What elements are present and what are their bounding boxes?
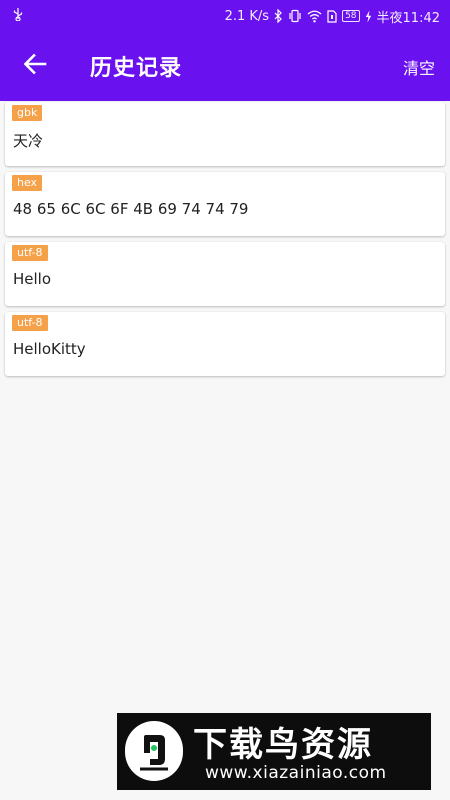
clock: 半夜11:42 — [376, 10, 440, 26]
watermark-url: www.xiazainiao.com — [205, 763, 387, 783]
encoding-badge: gbk — [12, 105, 43, 121]
top-bar: 2.1 K/s 58 半夜11:42 历史记录 清空 — [0, 0, 450, 101]
vibrate-icon — [288, 9, 302, 23]
charging-icon — [365, 10, 372, 23]
history-text: HelloKitty — [13, 340, 86, 358]
history-item[interactable]: utf-8 HelloKitty — [5, 312, 445, 376]
sim-icon — [327, 9, 337, 23]
bird-logo-icon — [125, 721, 183, 781]
encoding-badge: hex — [12, 175, 43, 191]
encoding-badge: utf-8 — [12, 315, 48, 331]
watermark-banner: 下载鸟资源 www.xiazainiao.com — [117, 713, 431, 790]
history-text: Hello — [13, 270, 52, 288]
encoding-badge: utf-8 — [12, 245, 48, 261]
history-text: 天冷 — [13, 132, 44, 150]
status-bar: 2.1 K/s 58 半夜11:42 — [0, 0, 450, 32]
watermark-title: 下载鸟资源 — [193, 725, 373, 765]
app-bar: 历史记录 清空 — [0, 32, 450, 101]
battery-icon: 58 — [342, 10, 360, 22]
history-item[interactable]: utf-8 Hello — [5, 242, 445, 306]
history-text: 48 65 6C 6C 6F 4B 69 74 74 79 — [13, 200, 249, 218]
wifi-icon — [307, 10, 322, 23]
arrow-left-icon — [23, 53, 47, 79]
history-item[interactable]: hex 48 65 6C 6C 6F 4B 69 74 74 79 — [5, 172, 445, 236]
battery-level: 58 — [345, 10, 357, 21]
clear-button[interactable]: 清空 — [403, 55, 435, 79]
back-button[interactable] — [18, 52, 52, 80]
history-item[interactable]: gbk 天冷 — [5, 102, 445, 166]
bluetooth-icon — [274, 9, 283, 23]
page-title: 历史记录 — [90, 56, 183, 81]
usb-icon — [12, 7, 24, 25]
net-speed: 2.1 K/s — [224, 8, 270, 24]
